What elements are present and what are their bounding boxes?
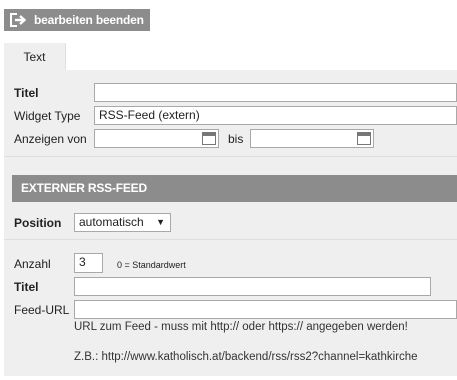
count-input[interactable]: 3 — [74, 253, 103, 273]
title-label: Titel — [14, 86, 39, 100]
count-hint: 0 = Standardwert — [117, 260, 186, 270]
widget-edit-panel: Titel Widget Type RSS-Feed (extern) Anze… — [4, 70, 457, 376]
calendar-icon[interactable] — [202, 132, 216, 145]
exit-icon — [9, 12, 27, 28]
position-value: automatisch — [79, 215, 144, 229]
exit-edit-button[interactable]: bearbeiten beenden — [4, 9, 150, 31]
position-select[interactable]: automatisch ▼ — [74, 213, 171, 232]
until-label: bis — [228, 132, 244, 146]
divider — [4, 239, 457, 240]
position-label: Position — [14, 216, 62, 230]
until-input[interactable] — [250, 129, 374, 148]
dropdown-arrow-icon: ▼ — [156, 217, 165, 227]
show-from-label: Anzeigen von — [14, 132, 87, 146]
widget-type-field[interactable]: RSS-Feed (extern) — [94, 106, 457, 125]
feed-url-label: Feed-URL — [14, 303, 70, 317]
widget-type-label: Widget Type — [14, 109, 81, 123]
divider — [4, 156, 457, 157]
feed-title-label: Titel — [14, 280, 39, 294]
count-label: Anzahl — [14, 257, 51, 271]
feed-title-input[interactable] — [74, 277, 431, 296]
section-header-rss: EXTERNER RSS-FEED — [12, 175, 457, 202]
tab-text[interactable]: Text — [4, 43, 66, 70]
feed-url-input[interactable] — [74, 300, 457, 319]
calendar-icon[interactable] — [357, 132, 371, 145]
feed-url-example: Z.B.: http://www.katholisch.at/backend/r… — [74, 351, 418, 363]
show-from-input[interactable] — [94, 129, 219, 148]
exit-edit-label: bearbeiten beenden — [34, 13, 144, 27]
feed-url-help: URL zum Feed - muss mit http:// oder htt… — [74, 321, 408, 333]
title-input[interactable] — [94, 83, 457, 102]
